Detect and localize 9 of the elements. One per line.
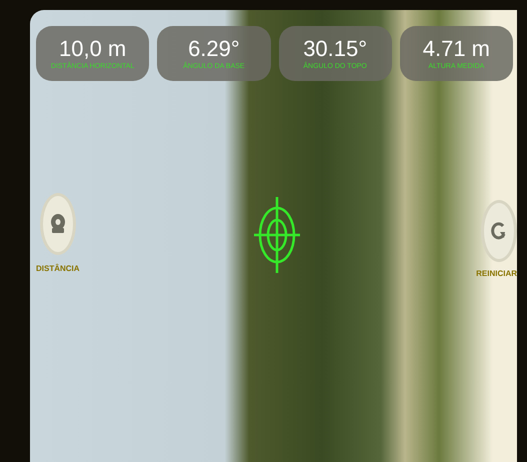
crosshair-icon [252, 195, 302, 275]
readout-value: 10,0 m [58, 36, 126, 62]
reset-icon [490, 220, 508, 242]
readout-value: 4.71 m [422, 36, 490, 62]
readout-value: 6.29° [188, 36, 240, 62]
button-label: DISTÂNCIA [36, 263, 80, 275]
tape-measure-icon [48, 213, 67, 235]
readout-value: 30.15° [303, 36, 368, 62]
button-label: REINICIAR [476, 268, 517, 280]
